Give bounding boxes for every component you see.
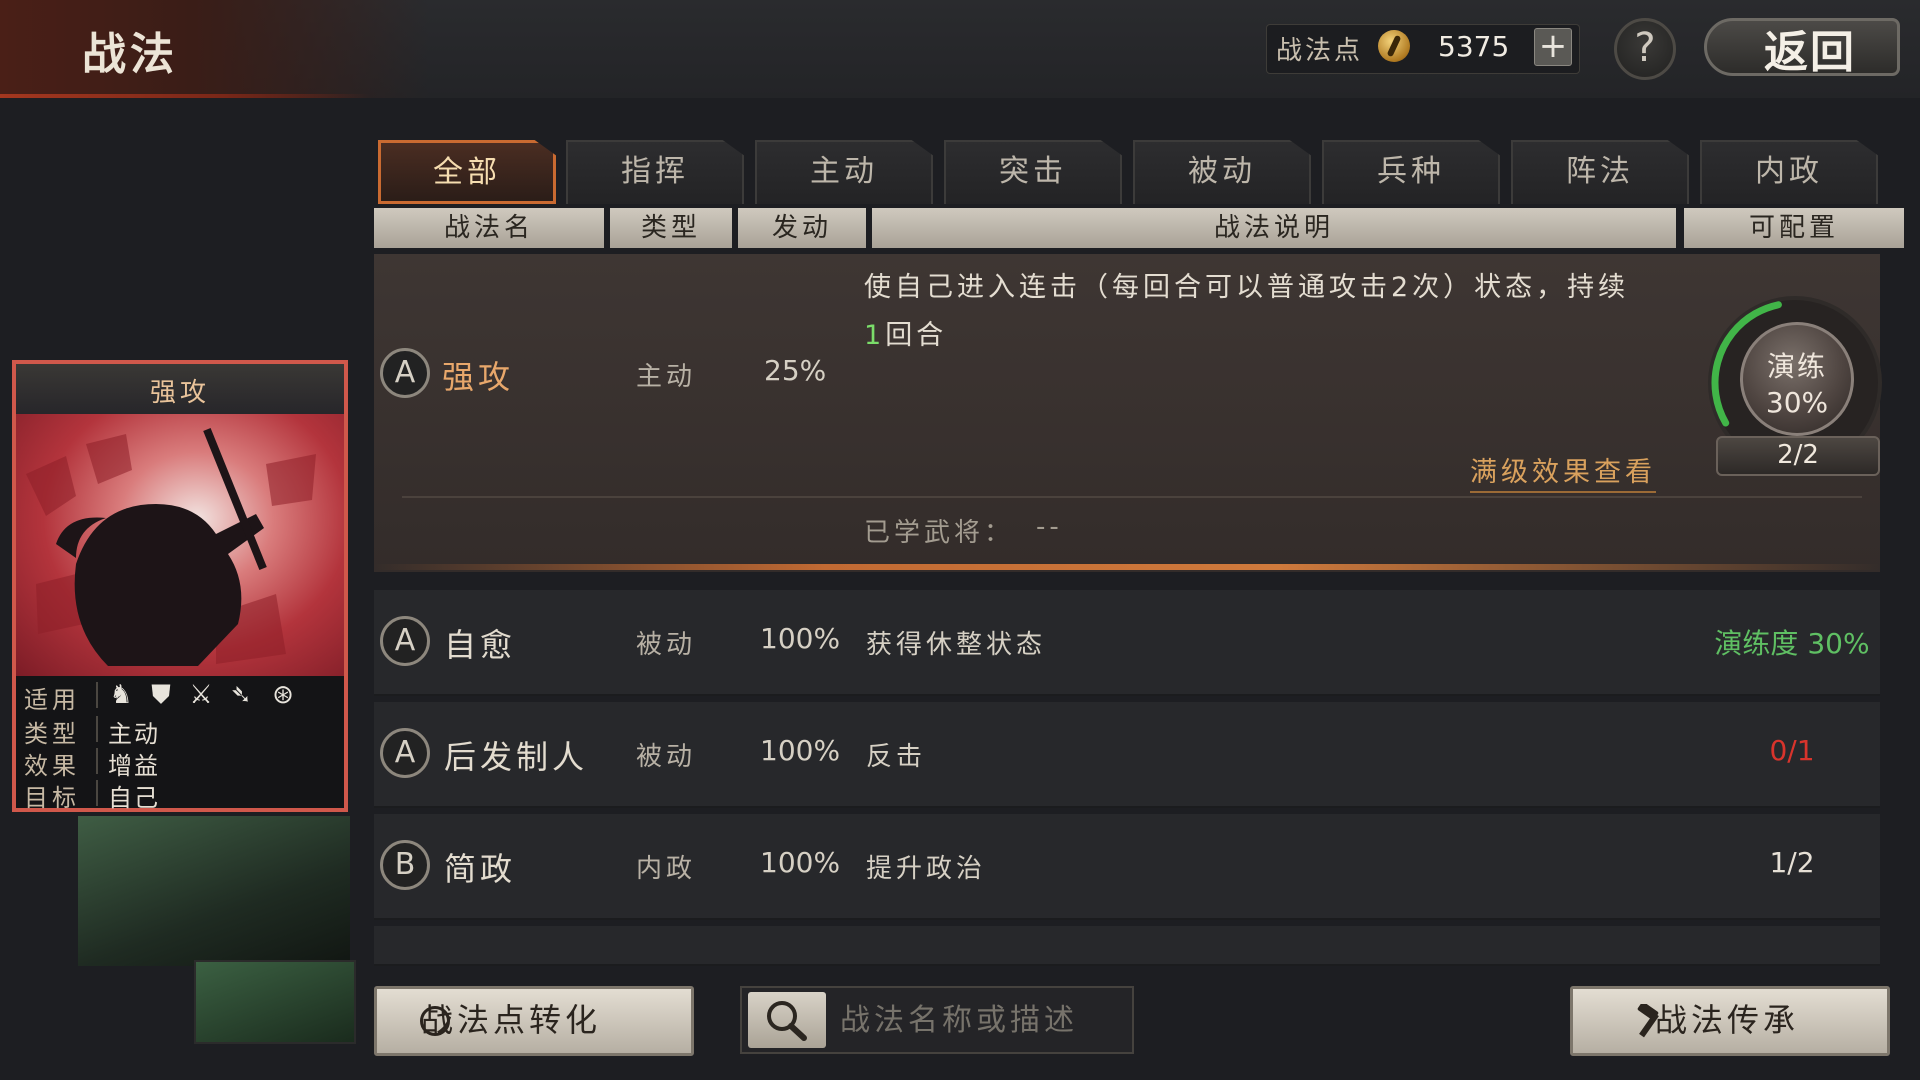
tactic-description-line1: 使自己进入连击（每回合可以普通攻击2次）状态，持续 — [864, 272, 1630, 303]
target-value: 自己 — [108, 784, 160, 812]
help-button[interactable]: ? — [1614, 18, 1676, 80]
learned-generals-label: 已学武将： — [864, 518, 1015, 548]
warrior-silhouette — [26, 427, 316, 666]
learned-generals-value: -- — [1036, 512, 1063, 542]
grade-badge: A — [380, 348, 430, 398]
tactic-name: 后发制人 — [444, 738, 589, 776]
column-header-configurable[interactable]: 可配置 — [1684, 208, 1904, 248]
tactic-type: 被动 — [636, 630, 697, 660]
effect-value: 增益 — [108, 752, 160, 780]
stat-divider — [96, 748, 98, 774]
tactic-type: 内政 — [636, 854, 697, 884]
tactic-points-label: 战法点 — [1276, 36, 1364, 66]
configurable-value: 1/2 — [1769, 846, 1815, 879]
practice-count: 2/2 — [1777, 440, 1819, 470]
practice-label: 演练 — [1766, 350, 1827, 383]
tab-passive[interactable]: 被动 — [1133, 140, 1311, 204]
tactic-rate: 25% — [764, 354, 827, 387]
inherit-tactic-label: 战法传承 — [1655, 1001, 1800, 1039]
tactic-rate: 100% — [760, 846, 841, 879]
search-input[interactable] — [840, 998, 1130, 1042]
tactic-name: 自愈 — [444, 626, 517, 664]
full-effect-link[interactable]: 满级效果查看 — [1470, 450, 1656, 493]
tactic-point-icon — [420, 1006, 450, 1036]
tactic-description-turns: 1 — [864, 320, 886, 351]
cavalry-icon: ♞ — [109, 680, 133, 710]
applicable-label: 适用 — [24, 686, 80, 714]
tactic-description: 获得休整状态 — [866, 630, 1047, 660]
shield-icon: ⛊ — [151, 680, 171, 710]
search-button[interactable] — [748, 992, 826, 1048]
back-button-label[interactable]: 返回 — [1764, 16, 1856, 80]
tab-troop[interactable]: 兵种 — [1322, 140, 1500, 204]
tab-assault[interactable]: 突击 — [944, 140, 1122, 204]
tactic-row[interactable] — [374, 590, 1880, 696]
tab-all[interactable]: 全部 — [378, 140, 556, 204]
tab-active[interactable]: 主动 — [755, 140, 933, 204]
add-points-button[interactable]: + — [1534, 28, 1572, 66]
tactic-rate: 100% — [760, 622, 841, 655]
grade-badge: A — [380, 728, 430, 778]
card-title: 强攻 — [149, 378, 210, 408]
tactic-row[interactable] — [374, 814, 1880, 920]
grade-badge: B — [380, 840, 430, 890]
bow-icon: ➴ — [230, 680, 252, 710]
page-title: 战法 — [82, 29, 178, 80]
tactic-row[interactable] — [374, 702, 1880, 808]
tactic-points-icon — [1378, 30, 1410, 62]
selection-glow — [374, 564, 1880, 570]
tactic-name: 强攻 — [442, 358, 515, 396]
hammer-icon — [1634, 1001, 1666, 1038]
tab-command[interactable]: 指挥 — [566, 140, 744, 204]
tactic-description: 使自己进入连击（每回合可以普通攻击2次）状态，持续 1回合 — [864, 264, 1684, 360]
tactic-points-value: 5375 — [1438, 30, 1510, 63]
grade-badge: A — [380, 616, 430, 666]
tactic-type: 主动 — [636, 362, 697, 392]
tab-internal[interactable]: 内政 — [1700, 140, 1878, 204]
practice-percent: 30% — [1765, 386, 1829, 419]
background-card-art — [194, 960, 356, 1044]
search-icon — [767, 1001, 807, 1041]
column-header-trigger[interactable]: 发动 — [738, 208, 866, 248]
type-value: 主动 — [108, 720, 160, 748]
type-label: 类型 — [24, 720, 80, 748]
card-art — [16, 414, 344, 676]
column-header-name[interactable]: 战法名 — [374, 208, 604, 248]
tactic-row-partial[interactable] — [374, 926, 1880, 966]
inherit-tactic-button[interactable]: 战法传承 — [1570, 986, 1890, 1056]
tactic-description: 反击 — [866, 742, 927, 772]
column-header-description: 战法说明 — [872, 208, 1676, 248]
wheel-icon: ⊛ — [272, 680, 294, 710]
tactic-description: 提升政治 — [866, 854, 987, 884]
tactic-description-line2: 回合 — [885, 320, 948, 351]
tactic-rate: 100% — [760, 734, 841, 767]
effect-label: 效果 — [24, 752, 80, 780]
row-divider — [402, 496, 1862, 498]
tab-formation[interactable]: 阵法 — [1511, 140, 1689, 204]
stat-divider — [96, 682, 98, 708]
spear-icon: ⚔ — [189, 680, 213, 710]
target-label: 目标 — [24, 784, 80, 812]
stat-divider — [96, 716, 98, 742]
configurable-value: 0/1 — [1769, 734, 1815, 767]
tactic-type: 被动 — [636, 742, 697, 772]
stat-divider — [96, 780, 98, 806]
tactic-name: 简政 — [444, 850, 517, 888]
title-plate — [0, 0, 430, 98]
configurable-value: 演练度 30% — [1714, 627, 1870, 660]
background-card-art — [78, 816, 350, 966]
column-header-type[interactable]: 类型 — [610, 208, 732, 248]
